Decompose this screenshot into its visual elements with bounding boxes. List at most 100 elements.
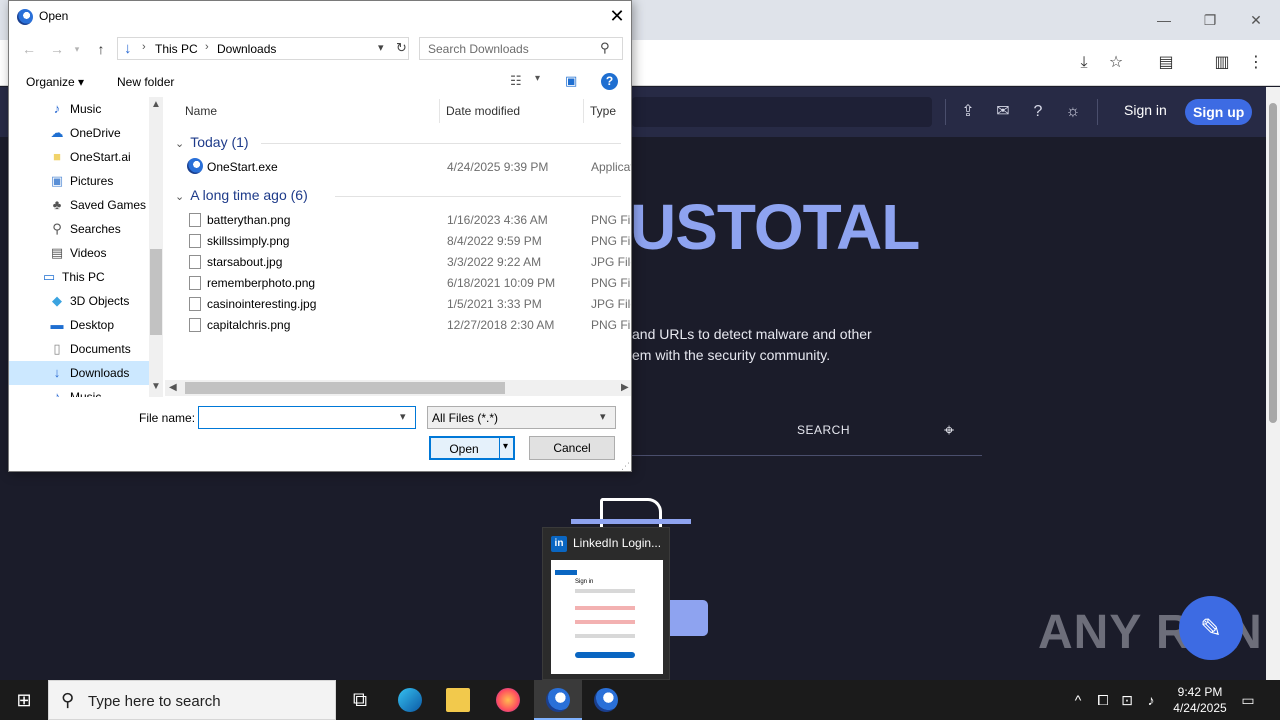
chevron-down-icon[interactable]: ▾ xyxy=(400,410,406,423)
file-row[interactable]: skillssimply.png 8/4/2022 9:59 PM PNG Fi… xyxy=(165,231,631,252)
maximize-button[interactable]: ❐ xyxy=(1200,10,1220,30)
vt-tab-search[interactable]: SEARCH xyxy=(797,423,850,437)
linkedin-preview[interactable]: in LinkedIn Login... Sign in xyxy=(542,527,670,680)
up-icon[interactable]: ↑ xyxy=(91,39,111,59)
nav-scrollbar[interactable]: ▲ ▼ xyxy=(149,97,163,397)
file-row[interactable]: capitalchris.png 12/27/2018 2:30 AM PNG … xyxy=(165,315,631,336)
file-row[interactable]: OneStart.exe 4/24/2025 9:39 PM Applicat xyxy=(165,157,631,178)
nav-item-this-pc[interactable]: ▭ This PC xyxy=(9,265,149,289)
clock[interactable]: 9:42 PM 4/24/2025 xyxy=(1160,684,1240,716)
onestart-icon-2[interactable] xyxy=(582,680,630,720)
nav-item-3d-objects[interactable]: ◆ 3D Objects xyxy=(9,289,149,313)
group-header-today[interactable]: ⌄ Today (1) xyxy=(175,134,249,150)
close-window-button[interactable]: ✕ xyxy=(1246,10,1266,30)
dialog-title: Open xyxy=(39,9,69,23)
sidepanel-icon[interactable]: ▥ xyxy=(1209,50,1235,76)
ethernet-icon[interactable]: ⊡ xyxy=(1116,680,1138,720)
organize-button[interactable]: Organize ▾ xyxy=(26,75,84,89)
view-dropdown-icon[interactable]: ▾ xyxy=(535,73,540,84)
cancel-button[interactable]: Cancel xyxy=(529,436,615,460)
scroll-right-icon[interactable]: ▶ xyxy=(621,380,629,396)
split-divider xyxy=(499,438,500,458)
scrollbar-thumb[interactable] xyxy=(1269,103,1277,423)
group-header-long-ago[interactable]: ⌄ A long time ago (6) xyxy=(175,187,308,203)
nav-item-onestart-ai[interactable]: ■ OneStart.ai xyxy=(9,145,149,169)
edge-icon[interactable] xyxy=(386,680,434,720)
address-bar[interactable]: ↓ › This PC › Downloads ▾ ↻ xyxy=(117,37,409,60)
firefox-icon[interactable] xyxy=(484,680,532,720)
scrollbar-thumb[interactable] xyxy=(150,249,162,335)
start-button[interactable]: ⊞ xyxy=(0,680,48,720)
help-icon[interactable]: ? xyxy=(1027,101,1049,123)
column-divider[interactable] xyxy=(583,99,584,123)
column-header-date[interactable]: Date modified xyxy=(446,104,520,118)
open-dropdown-icon[interactable]: ▾ xyxy=(503,441,508,452)
column-divider[interactable] xyxy=(439,99,440,123)
onestart-icon[interactable] xyxy=(534,680,582,720)
address-dropdown-icon[interactable]: ▾ xyxy=(378,41,384,54)
help-icon[interactable]: ? xyxy=(601,73,618,90)
file-row[interactable]: starsabout.jpg 3/3/2022 9:22 AM JPG File xyxy=(165,252,631,273)
file-explorer-icon[interactable] xyxy=(434,680,482,720)
nav-item-pictures[interactable]: ▣ Pictures xyxy=(9,169,149,193)
scrollbar-thumb[interactable] xyxy=(185,382,505,394)
column-header-name[interactable]: Name xyxy=(185,104,217,118)
column-header-type[interactable]: Type xyxy=(590,104,616,118)
nav-item-music[interactable]: ♪ Music xyxy=(9,385,149,398)
close-icon[interactable]: ✕ xyxy=(607,5,627,27)
scroll-left-icon[interactable]: ◀ xyxy=(169,380,177,396)
nav-item-desktop[interactable]: ▬ Desktop xyxy=(9,313,149,337)
refresh-icon[interactable]: ↻ xyxy=(396,40,407,56)
nav-item-label: Music xyxy=(70,102,102,116)
open-button[interactable]: Open ▾ xyxy=(429,436,515,460)
nav-item-saved-games[interactable]: ♣ Saved Games xyxy=(9,193,149,217)
vt-search-bar[interactable] xyxy=(632,97,932,127)
install-icon[interactable]: ⤓ xyxy=(1071,50,1097,76)
file-type: JPG File xyxy=(591,255,631,269)
theme-icon[interactable]: ☼ xyxy=(1062,101,1084,123)
file-row[interactable]: batterythan.png 1/16/2023 4:36 AM PNG Fi… xyxy=(165,210,631,231)
scroll-up-icon[interactable]: ▲ xyxy=(149,99,163,110)
task-view-icon[interactable]: ⧉ xyxy=(336,680,384,720)
chat-icon[interactable]: ✎ xyxy=(1179,596,1243,660)
network-icon[interactable]: ⧠ xyxy=(1092,680,1114,720)
star-icon[interactable]: ☆ xyxy=(1103,50,1129,76)
vt-signin-link[interactable]: Sign in xyxy=(1124,102,1167,118)
nav-item-documents[interactable]: ▯ Documents xyxy=(9,337,149,361)
nav-item-onedrive[interactable]: ☁ OneDrive xyxy=(9,121,149,145)
back-icon[interactable]: ← xyxy=(19,39,39,59)
notifications-icon[interactable]: ✉ xyxy=(992,101,1014,123)
recent-chevron-icon[interactable]: ▾ xyxy=(67,39,87,59)
upload-icon[interactable]: ⇪ xyxy=(957,101,979,123)
vt-signup-button[interactable]: Sign up xyxy=(1185,99,1253,125)
vt-tab-icon[interactable]: ⌖ xyxy=(944,420,954,441)
preview-pane-icon[interactable]: ▣ xyxy=(565,73,577,89)
new-folder-button[interactable]: New folder xyxy=(117,75,174,89)
minimize-button[interactable]: — xyxy=(1154,10,1174,30)
view-options-icon[interactable]: ☷ xyxy=(510,73,522,89)
divider xyxy=(945,99,946,125)
nav-item-downloads[interactable]: ↓ Downloads xyxy=(9,361,149,385)
nav-item-videos[interactable]: ▤ Videos xyxy=(9,241,149,265)
file-type-filter[interactable]: All Files (*.*) ▾ xyxy=(427,406,616,429)
breadcrumb-this-pc[interactable]: This PC xyxy=(155,42,198,56)
resize-grip-icon[interactable]: ⋰ xyxy=(621,461,630,472)
nav-item-music[interactable]: ♪ Music xyxy=(9,97,149,121)
breadcrumb-downloads[interactable]: Downloads xyxy=(217,42,276,56)
file-name-input[interactable]: ▾ xyxy=(198,406,416,429)
pdf-icon[interactable]: ▤ xyxy=(1153,50,1179,76)
file-row[interactable]: casinointeresting.jpg 1/5/2021 3:33 PM J… xyxy=(165,294,631,315)
nav-item-searches[interactable]: ⚲ Searches xyxy=(9,217,149,241)
taskbar-search[interactable]: ⚲ Type here to search xyxy=(48,680,336,720)
volume-icon[interactable]: ♪ xyxy=(1140,680,1162,720)
notification-icon[interactable]: ▭ xyxy=(1236,680,1260,720)
menu-icon[interactable]: ⋮ xyxy=(1243,50,1269,76)
forward-icon[interactable]: → xyxy=(47,39,67,59)
tray-chevron-icon[interactable]: ^ xyxy=(1068,680,1088,720)
file-row[interactable]: rememberphoto.png 6/18/2021 10:09 PM PNG… xyxy=(165,273,631,294)
scroll-down-icon[interactable]: ▼ xyxy=(149,381,163,392)
horizontal-scrollbar[interactable]: ◀ ▶ xyxy=(165,380,631,396)
search-downloads-input[interactable]: Search Downloads ⚲ xyxy=(419,37,623,60)
page-scrollbar[interactable] xyxy=(1266,87,1280,680)
saved-games-icon: ♣ xyxy=(52,197,62,212)
